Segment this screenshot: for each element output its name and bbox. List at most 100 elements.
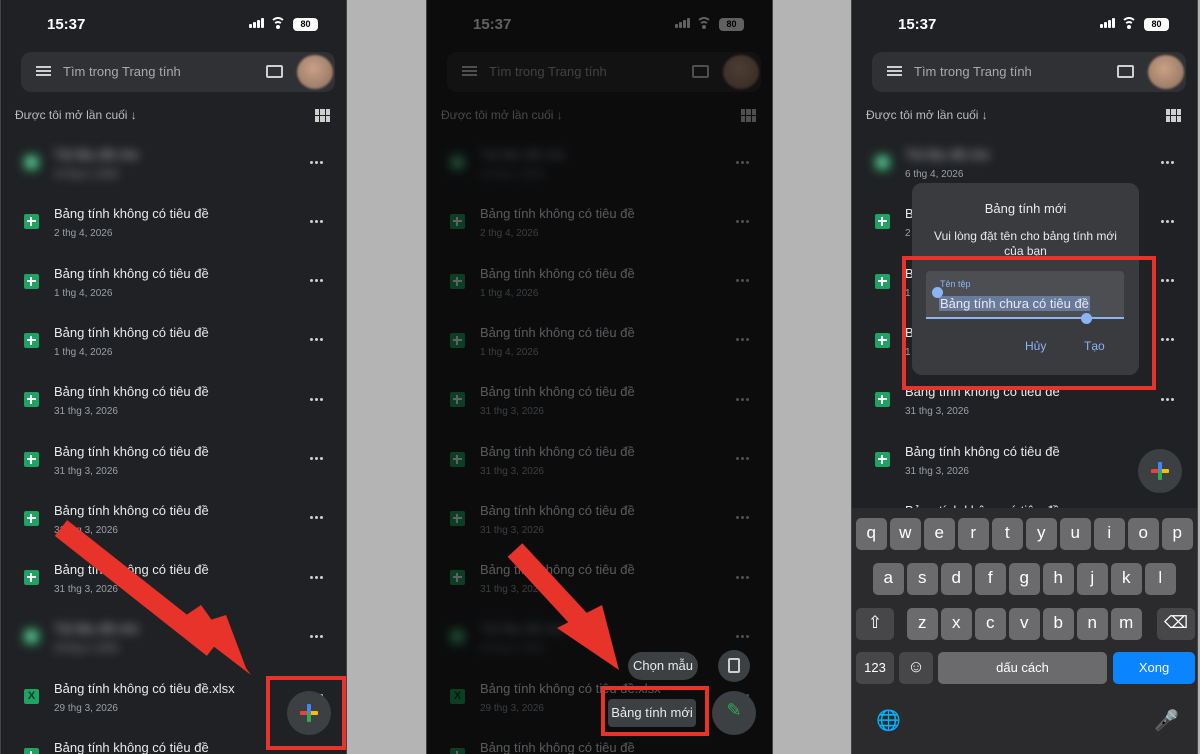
globe-icon[interactable]: 🌐 [876, 708, 901, 733]
file-title: Tài liệu đã che [54, 147, 139, 162]
key-c[interactable]: c [975, 608, 1006, 640]
file-list-item[interactable]: Tài liệu đã che 10 thg 4, 2026 [1, 135, 346, 194]
key-i[interactable]: i [1094, 518, 1125, 550]
sort-label[interactable]: Được tôi mở lần cuối ↓ [866, 108, 988, 122]
search-bar[interactable]: Tìm trong Trang tính [21, 52, 335, 92]
folder-icon[interactable] [1117, 65, 1134, 78]
key-y[interactable]: y [1026, 518, 1057, 550]
file-date: 2 thg 4, 2026 [54, 228, 113, 240]
more-options-icon[interactable] [310, 337, 330, 343]
numbers-key[interactable]: 123 [856, 652, 894, 684]
file-title: Bảng tính không có tiêu đề [905, 443, 1060, 459]
more-options-icon[interactable] [310, 456, 330, 462]
key-s[interactable]: s [907, 563, 938, 595]
file-list-item[interactable]: Bảng tính không có tiêu đề 1 thg 4, 2026 [1, 313, 346, 372]
key-q[interactable]: q [856, 518, 887, 550]
folder-icon[interactable] [266, 65, 283, 78]
space-key[interactable]: dấu cách [938, 652, 1107, 684]
grid-view-icon[interactable] [315, 109, 330, 122]
key-k[interactable]: k [1111, 563, 1142, 595]
choose-template-button[interactable]: Chọn mẫu [628, 652, 698, 680]
key-f[interactable]: f [975, 563, 1006, 595]
more-options-icon[interactable] [310, 515, 330, 521]
plus-icon-vertical [1158, 462, 1162, 480]
status-bar: 15:37 80 [852, 0, 1197, 48]
file-date: 31 thg 3, 2026 [54, 584, 118, 596]
more-options-icon[interactable] [1161, 159, 1181, 165]
file-title: Bảng tính không có tiêu đề [54, 265, 209, 281]
file-list-item[interactable]: Bảng tính không có tiêu đề 31 thg 3, 2026 [1, 491, 346, 550]
file-date: 31 thg 3, 2026 [905, 406, 969, 418]
template-button[interactable] [718, 650, 750, 682]
file-list-item[interactable]: Bảng tính không có tiêu đề 31 thg 3, 2026 [1, 372, 346, 431]
file-list-item[interactable]: Tài liệu đã che 29 thg 3, 2026 [1, 609, 346, 668]
avatar[interactable] [1148, 55, 1184, 89]
new-file-fab[interactable] [1138, 449, 1182, 493]
key-r[interactable]: r [958, 518, 989, 550]
key-e[interactable]: e [924, 518, 955, 550]
key-w[interactable]: w [890, 518, 921, 550]
search-input[interactable]: Tìm trong Trang tính [914, 64, 1032, 79]
key-u[interactable]: u [1060, 518, 1091, 550]
key-m[interactable]: m [1111, 608, 1142, 640]
phone-screen-1: 15:37 80 Tìm trong Trang tính Được tôi m… [0, 0, 347, 754]
key-p[interactable]: p [1162, 518, 1193, 550]
key-z[interactable]: z [907, 608, 938, 640]
key-v[interactable]: v [1009, 608, 1040, 640]
file-title: Tài liệu đã che [905, 147, 990, 162]
more-options-icon[interactable] [310, 396, 330, 402]
sheets-file-icon [875, 451, 890, 467]
backspace-key[interactable]: ⌫ [1157, 608, 1195, 640]
highlight-box [902, 256, 1156, 390]
search-bar[interactable]: Tìm trong Trang tính [872, 52, 1186, 92]
sheets-file-icon [24, 629, 39, 645]
file-title: Bảng tính không có tiêu đề [54, 324, 209, 340]
sort-label[interactable]: Được tôi mở lần cuối ↓ [15, 108, 137, 122]
microphone-icon[interactable]: 🎤 [1154, 708, 1179, 733]
more-options-icon[interactable] [310, 633, 330, 639]
key-d[interactable]: d [941, 563, 972, 595]
key-g[interactable]: g [1009, 563, 1040, 595]
key-j[interactable]: j [1077, 563, 1108, 595]
avatar[interactable] [297, 55, 333, 89]
more-options-icon[interactable] [1161, 278, 1181, 284]
more-options-icon[interactable] [1161, 337, 1181, 343]
done-key[interactable]: Xong [1113, 652, 1195, 684]
more-options-icon[interactable] [1161, 218, 1181, 224]
sheets-file-icon [24, 332, 39, 348]
shift-key[interactable]: ⇧ [856, 608, 894, 640]
key-o[interactable]: o [1128, 518, 1159, 550]
sheets-file-icon [24, 273, 39, 289]
key-t[interactable]: t [992, 518, 1023, 550]
key-h[interactable]: h [1043, 563, 1074, 595]
file-title: Bảng tính không có tiêu đề [54, 740, 209, 754]
key-n[interactable]: n [1077, 608, 1108, 640]
more-options-icon[interactable] [310, 574, 330, 580]
file-list-item[interactable]: Bảng tính không có tiêu đề 1 thg 4, 2026 [1, 254, 346, 313]
emoji-key[interactable]: ☺ [899, 652, 933, 684]
file-title: Bảng tính không có tiêu đề [54, 502, 209, 518]
key-a[interactable]: a [873, 563, 904, 595]
sheets-file-icon [875, 214, 890, 230]
file-list-item[interactable]: Bảng tính không có tiêu đề 31 thg 3, 2026 [1, 550, 346, 609]
menu-icon[interactable] [36, 66, 51, 77]
menu-icon[interactable] [887, 66, 902, 77]
sheets-file-icon [24, 748, 39, 754]
more-options-icon[interactable] [1161, 396, 1181, 402]
key-x[interactable]: x [941, 608, 972, 640]
dim-overlay[interactable] [427, 0, 772, 754]
more-options-icon[interactable] [310, 278, 330, 284]
more-options-icon[interactable] [310, 159, 330, 165]
sheets-file-icon [24, 155, 39, 170]
more-options-icon[interactable] [310, 218, 330, 224]
file-title: Bảng tính không có tiêu đề [54, 206, 209, 222]
file-date: 29 thg 3, 2026 [54, 643, 118, 655]
file-list-item[interactable]: Bảng tính không có tiêu đề 31 thg 3, 2026 [1, 432, 346, 491]
key-b[interactable]: b [1043, 608, 1074, 640]
search-input[interactable]: Tìm trong Trang tính [63, 64, 181, 79]
file-list-item[interactable]: Bảng tính không có tiêu đề 2 thg 4, 2026 [1, 194, 346, 253]
new-spreadsheet-fab[interactable]: ✎ [712, 691, 756, 735]
file-date: 1 thg 4, 2026 [54, 287, 113, 299]
key-l[interactable]: l [1145, 563, 1176, 595]
grid-view-icon[interactable] [1166, 109, 1181, 122]
